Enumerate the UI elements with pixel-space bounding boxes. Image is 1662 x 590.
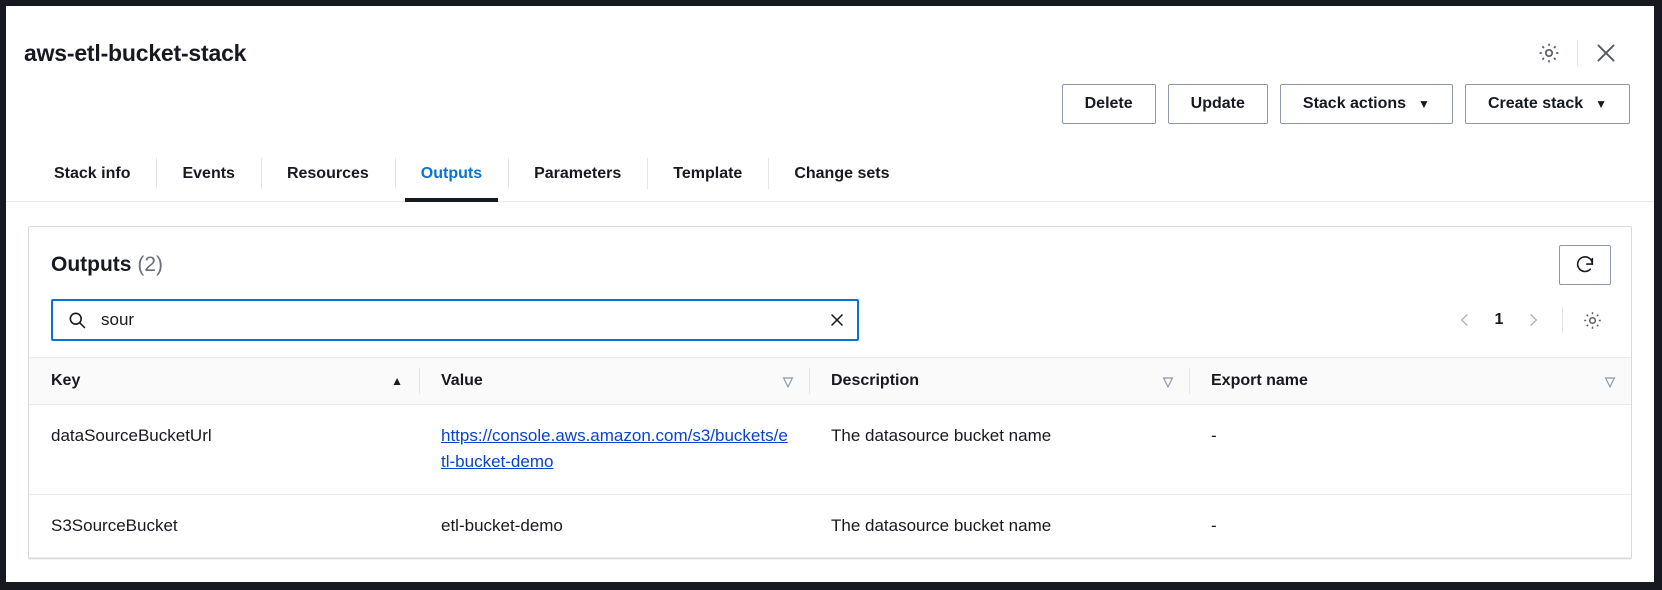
gear-icon (1539, 43, 1559, 63)
create-stack-dropdown[interactable]: Create stack ▼ (1464, 84, 1630, 124)
cell-export-name: - (1189, 494, 1631, 559)
close-icon (831, 314, 843, 326)
stack-detail-tabs: Stack info Events Resources Outputs Para… (6, 146, 1654, 202)
cell-key: dataSourceBucketUrl (29, 404, 419, 495)
outputs-table-header: Key ▲ Value ▽ Description ▽ Export name … (29, 357, 1631, 405)
search-input[interactable] (99, 301, 817, 339)
stack-actions-dropdown[interactable]: Stack actions ▼ (1279, 84, 1453, 124)
outputs-card: Outputs (2) sour 1 Key ▲ Value ▽ Descrip… (28, 226, 1632, 560)
column-header-value[interactable]: Value ▽ (419, 357, 809, 405)
chevron-right-icon (1530, 314, 1538, 326)
update-button[interactable]: Update (1167, 84, 1268, 124)
header-icon-group (1529, 33, 1626, 73)
outputs-table: Key ▲ Value ▽ Description ▽ Export name … (29, 357, 1631, 559)
delete-button-label: Delete (1084, 95, 1133, 112)
previous-page-button[interactable] (1446, 301, 1484, 339)
sort-icon: ▽ (783, 373, 793, 389)
close-icon (1597, 44, 1615, 62)
refresh-icon (1576, 256, 1594, 273)
tab-label: Events (182, 164, 235, 182)
column-label: Export name (1211, 372, 1308, 389)
tab-outputs[interactable]: Outputs (394, 146, 508, 202)
chevron-down-icon: ▼ (1595, 97, 1607, 111)
outputs-table-body: dataSourceBucketUrl https://console.aws.… (29, 404, 1631, 559)
search-icon (67, 310, 87, 330)
tab-label: Change sets (794, 164, 890, 182)
outputs-title-text: Outputs (51, 253, 132, 276)
cloudformation-stack-panel: aws-etl-bucket-stack Delete Update Stack… (0, 0, 1662, 590)
header-divider (1577, 40, 1578, 66)
tab-parameters[interactable]: Parameters (508, 146, 647, 201)
settings-gear-button[interactable] (1529, 33, 1569, 73)
cell-description: The datasource bucket name (809, 494, 1189, 559)
tab-label: Resources (286, 164, 369, 182)
cell-value: etl-bucket-demo (419, 494, 809, 559)
sort-icon: ▽ (1163, 373, 1173, 389)
update-button-label: Update (1190, 95, 1245, 112)
tab-label: Outputs (420, 164, 483, 182)
delete-button[interactable]: Delete (1061, 84, 1156, 124)
table-preferences-button[interactable] (1573, 301, 1611, 339)
tab-label: Parameters (534, 164, 622, 182)
cell-export-name: - (1189, 404, 1631, 495)
chevron-left-icon (1460, 314, 1468, 326)
outputs-count: (2) (137, 253, 163, 276)
cell-key: S3SourceBucket (29, 494, 419, 559)
outputs-card-header: Outputs (2) (29, 227, 1631, 295)
tab-label: Template (673, 164, 743, 182)
cell-value: https://console.aws.amazon.com/s3/bucket… (419, 404, 809, 495)
stack-actions-label: Stack actions (1302, 95, 1407, 112)
tab-stack-info[interactable]: Stack info (28, 146, 156, 201)
column-label: Key (51, 372, 81, 389)
output-value-link[interactable]: https://console.aws.amazon.com/s3/bucket… (441, 426, 788, 471)
tab-label: Stack info (54, 164, 131, 182)
panel-body: aws-etl-bucket-stack Delete Update Stack… (6, 6, 1654, 582)
outputs-filter-row: 1 (29, 295, 1631, 357)
create-stack-label: Create stack (1487, 95, 1584, 112)
chevron-down-icon: ▼ (1418, 97, 1430, 111)
pagination-divider (1562, 307, 1563, 333)
page-number-1[interactable]: 1 (1484, 311, 1514, 329)
refresh-button[interactable] (1559, 245, 1611, 285)
table-row[interactable]: S3SourceBucket etl-bucket-demo The datas… (29, 494, 1631, 559)
search-field[interactable] (51, 299, 859, 341)
column-label: Value (441, 372, 483, 389)
next-page-button[interactable] (1514, 301, 1552, 339)
tab-resources[interactable]: Resources (260, 146, 395, 201)
column-header-export-name[interactable]: Export name ▽ (1189, 357, 1631, 405)
clear-search-button[interactable] (817, 301, 857, 339)
tab-change-sets[interactable]: Change sets (768, 146, 915, 201)
gear-icon (1583, 311, 1601, 329)
column-header-key[interactable]: Key ▲ (29, 357, 419, 405)
tab-template[interactable]: Template (647, 146, 768, 201)
stack-actions-toolbar: Delete Update Stack actions ▼ Create sta… (6, 78, 1654, 124)
tab-events[interactable]: Events (156, 146, 260, 201)
panel-header: aws-etl-bucket-stack (6, 6, 1654, 78)
sort-ascending-icon: ▲ (391, 374, 403, 388)
cell-description: The datasource bucket name (809, 404, 1189, 495)
table-header-row: Key ▲ Value ▽ Description ▽ Export name … (29, 357, 1631, 405)
window-frame-bottom (0, 582, 1662, 590)
page-title: aws-etl-bucket-stack (24, 39, 247, 66)
outputs-title: Outputs (2) (51, 253, 163, 277)
column-label: Description (831, 372, 920, 389)
sort-icon: ▽ (1605, 373, 1615, 389)
pagination: 1 (1446, 301, 1611, 339)
column-header-description[interactable]: Description ▽ (809, 357, 1189, 405)
window-frame-right (1654, 0, 1662, 590)
table-row[interactable]: dataSourceBucketUrl https://console.aws.… (29, 404, 1631, 495)
close-button[interactable] (1586, 33, 1626, 73)
